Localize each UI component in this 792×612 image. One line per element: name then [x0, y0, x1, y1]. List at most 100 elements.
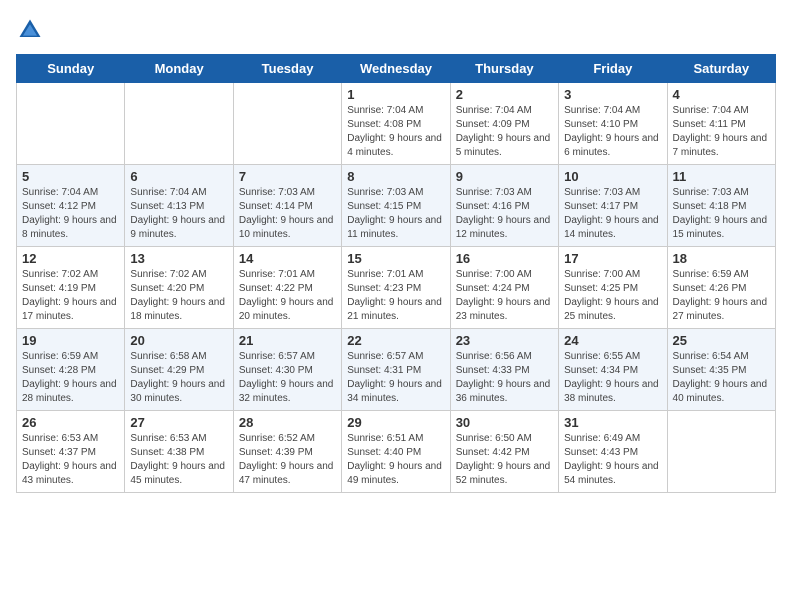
day-number: 16 — [456, 251, 553, 266]
calendar-cell: 7 Sunrise: 7:03 AM Sunset: 4:14 PM Daylig… — [233, 165, 341, 247]
day-number: 3 — [564, 87, 661, 102]
main-container: SundayMondayTuesdayWednesdayThursdayFrid… — [0, 0, 792, 503]
calendar-cell: 13 Sunrise: 7:02 AM Sunset: 4:20 PM Dayli… — [125, 247, 233, 329]
day-of-week-header: Monday — [125, 55, 233, 83]
calendar-cell: 5 Sunrise: 7:04 AM Sunset: 4:12 PM Daylig… — [17, 165, 125, 247]
day-info: Sunrise: 6:53 AM Sunset: 4:38 PM Dayligh… — [130, 432, 227, 488]
day-info: Sunrise: 6:51 AM Sunset: 4:40 PM Dayligh… — [347, 432, 444, 488]
calendar-cell — [667, 411, 775, 493]
day-number: 7 — [239, 169, 336, 184]
day-info: Sunrise: 7:03 AM Sunset: 4:18 PM Dayligh… — [673, 186, 770, 242]
day-info: Sunrise: 7:03 AM Sunset: 4:17 PM Dayligh… — [564, 186, 661, 242]
day-number: 5 — [22, 169, 119, 184]
calendar-cell: 29 Sunrise: 6:51 AM Sunset: 4:40 PM Dayli… — [342, 411, 450, 493]
day-number: 4 — [673, 87, 770, 102]
calendar-cell: 31Sunrise: 6:49 AM Sunset: 4:43 PM Dayli… — [559, 411, 667, 493]
day-info: Sunrise: 6:57 AM Sunset: 4:31 PM Dayligh… — [347, 350, 444, 406]
calendar-header-row: SundayMondayTuesdayWednesdayThursdayFrid… — [17, 55, 776, 83]
calendar-cell: 30 Sunrise: 6:50 AM Sunset: 4:42 PM Dayli… — [450, 411, 558, 493]
calendar-cell: 28Sunrise: 6:52 AM Sunset: 4:39 PM Dayli… — [233, 411, 341, 493]
day-info: Sunrise: 7:01 AM Sunset: 4:22 PM Dayligh… — [239, 268, 336, 324]
calendar-cell: 14Sunrise: 7:01 AM Sunset: 4:22 PM Dayli… — [233, 247, 341, 329]
day-info: Sunrise: 6:55 AM Sunset: 4:34 PM Dayligh… — [564, 350, 661, 406]
day-of-week-header: Sunday — [17, 55, 125, 83]
day-info: Sunrise: 7:04 AM Sunset: 4:10 PM Dayligh… — [564, 104, 661, 160]
day-number: 30 — [456, 415, 553, 430]
calendar-cell — [125, 83, 233, 165]
day-number: 12 — [22, 251, 119, 266]
day-info: Sunrise: 7:03 AM Sunset: 4:14 PM Dayligh… — [239, 186, 336, 242]
day-number: 22 — [347, 333, 444, 348]
calendar-cell: 21 Sunrise: 6:57 AM Sunset: 4:30 PM Dayli… — [233, 329, 341, 411]
day-number: 19 — [22, 333, 119, 348]
day-number: 20 — [130, 333, 227, 348]
day-of-week-header: Tuesday — [233, 55, 341, 83]
day-number: 8 — [347, 169, 444, 184]
day-info: Sunrise: 7:04 AM Sunset: 4:11 PM Dayligh… — [673, 104, 770, 160]
calendar-cell: 16 Sunrise: 7:00 AM Sunset: 4:24 PM Dayli… — [450, 247, 558, 329]
day-info: Sunrise: 7:04 AM Sunset: 4:12 PM Dayligh… — [22, 186, 119, 242]
day-info: Sunrise: 6:56 AM Sunset: 4:33 PM Dayligh… — [456, 350, 553, 406]
day-number: 21 — [239, 333, 336, 348]
header — [16, 16, 776, 44]
calendar-cell: 12 Sunrise: 7:02 AM Sunset: 4:19 PM Dayli… — [17, 247, 125, 329]
day-info: Sunrise: 6:59 AM Sunset: 4:28 PM Dayligh… — [22, 350, 119, 406]
calendar-cell: 27 Sunrise: 6:53 AM Sunset: 4:38 PM Dayli… — [125, 411, 233, 493]
day-info: Sunrise: 7:01 AM Sunset: 4:23 PM Dayligh… — [347, 268, 444, 324]
calendar-cell: 17 Sunrise: 7:00 AM Sunset: 4:25 PM Dayli… — [559, 247, 667, 329]
day-number: 27 — [130, 415, 227, 430]
calendar-cell: 15 Sunrise: 7:01 AM Sunset: 4:23 PM Dayli… — [342, 247, 450, 329]
day-number: 18 — [673, 251, 770, 266]
calendar-cell: 10Sunrise: 7:03 AM Sunset: 4:17 PM Dayli… — [559, 165, 667, 247]
day-number: 6 — [130, 169, 227, 184]
day-info: Sunrise: 7:02 AM Sunset: 4:19 PM Dayligh… — [22, 268, 119, 324]
day-info: Sunrise: 7:02 AM Sunset: 4:20 PM Dayligh… — [130, 268, 227, 324]
day-info: Sunrise: 7:03 AM Sunset: 4:16 PM Dayligh… — [456, 186, 553, 242]
calendar-cell: 20 Sunrise: 6:58 AM Sunset: 4:29 PM Dayli… — [125, 329, 233, 411]
calendar-cell: 1 Sunrise: 7:04 AM Sunset: 4:08 PM Daylig… — [342, 83, 450, 165]
calendar-week-row: 12 Sunrise: 7:02 AM Sunset: 4:19 PM Dayli… — [17, 247, 776, 329]
calendar-cell: 3 Sunrise: 7:04 AM Sunset: 4:10 PM Daylig… — [559, 83, 667, 165]
calendar-cell — [233, 83, 341, 165]
day-info: Sunrise: 6:53 AM Sunset: 4:37 PM Dayligh… — [22, 432, 119, 488]
day-number: 26 — [22, 415, 119, 430]
day-of-week-header: Saturday — [667, 55, 775, 83]
day-number: 2 — [456, 87, 553, 102]
day-number: 29 — [347, 415, 444, 430]
day-info: Sunrise: 6:58 AM Sunset: 4:29 PM Dayligh… — [130, 350, 227, 406]
day-of-week-header: Friday — [559, 55, 667, 83]
calendar-week-row: 5 Sunrise: 7:04 AM Sunset: 4:12 PM Daylig… — [17, 165, 776, 247]
logo-icon — [16, 16, 44, 44]
calendar-cell: 6 Sunrise: 7:04 AM Sunset: 4:13 PM Daylig… — [125, 165, 233, 247]
day-number: 23 — [456, 333, 553, 348]
day-number: 15 — [347, 251, 444, 266]
day-number: 28 — [239, 415, 336, 430]
day-info: Sunrise: 6:59 AM Sunset: 4:26 PM Dayligh… — [673, 268, 770, 324]
day-info: Sunrise: 7:03 AM Sunset: 4:15 PM Dayligh… — [347, 186, 444, 242]
calendar-cell: 22 Sunrise: 6:57 AM Sunset: 4:31 PM Dayli… — [342, 329, 450, 411]
day-info: Sunrise: 7:00 AM Sunset: 4:24 PM Dayligh… — [456, 268, 553, 324]
day-number: 17 — [564, 251, 661, 266]
day-info: Sunrise: 7:00 AM Sunset: 4:25 PM Dayligh… — [564, 268, 661, 324]
day-info: Sunrise: 6:54 AM Sunset: 4:35 PM Dayligh… — [673, 350, 770, 406]
day-number: 13 — [130, 251, 227, 266]
day-number: 24 — [564, 333, 661, 348]
day-info: Sunrise: 7:04 AM Sunset: 4:09 PM Dayligh… — [456, 104, 553, 160]
day-info: Sunrise: 7:04 AM Sunset: 4:08 PM Dayligh… — [347, 104, 444, 160]
calendar-cell: 4 Sunrise: 7:04 AM Sunset: 4:11 PM Daylig… — [667, 83, 775, 165]
day-info: Sunrise: 6:49 AM Sunset: 4:43 PM Dayligh… — [564, 432, 661, 488]
calendar-cell: 23 Sunrise: 6:56 AM Sunset: 4:33 PM Dayli… — [450, 329, 558, 411]
day-number: 25 — [673, 333, 770, 348]
calendar-table: SundayMondayTuesdayWednesdayThursdayFrid… — [16, 54, 776, 493]
day-info: Sunrise: 6:57 AM Sunset: 4:30 PM Dayligh… — [239, 350, 336, 406]
calendar-cell: 25 Sunrise: 6:54 AM Sunset: 4:35 PM Dayli… — [667, 329, 775, 411]
logo — [16, 16, 46, 44]
day-number: 1 — [347, 87, 444, 102]
calendar-cell: 18 Sunrise: 6:59 AM Sunset: 4:26 PM Dayli… — [667, 247, 775, 329]
calendar-cell: 11Sunrise: 7:03 AM Sunset: 4:18 PM Dayli… — [667, 165, 775, 247]
day-info: Sunrise: 6:50 AM Sunset: 4:42 PM Dayligh… — [456, 432, 553, 488]
day-info: Sunrise: 7:04 AM Sunset: 4:13 PM Dayligh… — [130, 186, 227, 242]
calendar-week-row: 26 Sunrise: 6:53 AM Sunset: 4:37 PM Dayli… — [17, 411, 776, 493]
day-of-week-header: Wednesday — [342, 55, 450, 83]
calendar-cell: 9Sunrise: 7:03 AM Sunset: 4:16 PM Daylig… — [450, 165, 558, 247]
